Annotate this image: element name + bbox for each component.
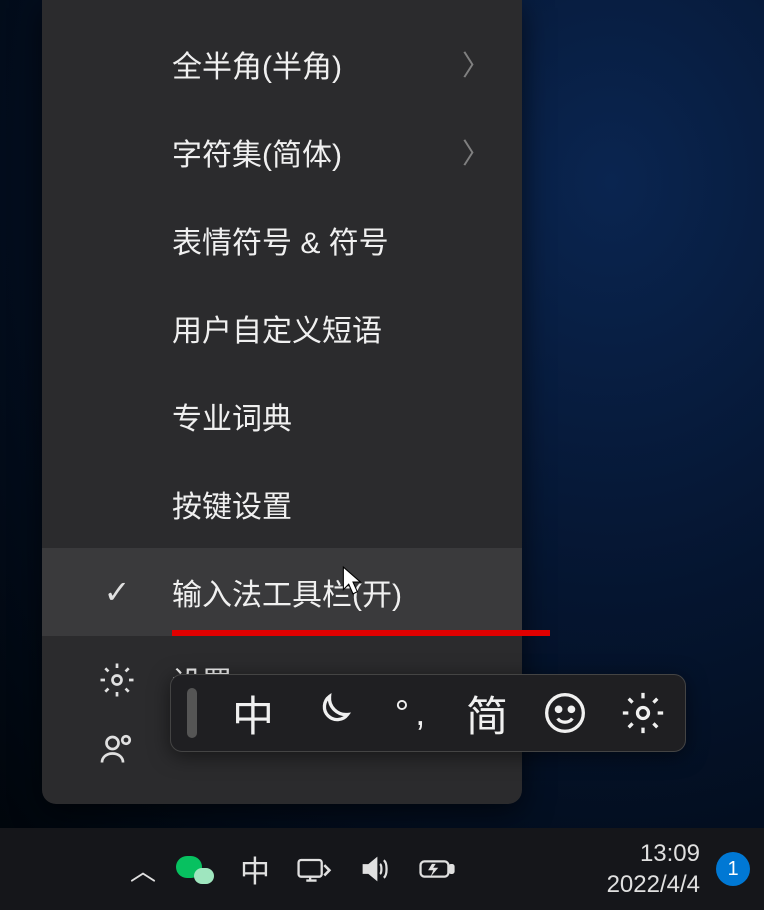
ime-toolbar[interactable]: 中 ° , 简 [170, 674, 686, 752]
menu-item-pro-dictionary[interactable]: 专业词典 [42, 372, 522, 460]
gear-icon[interactable] [617, 687, 669, 739]
menu-item-key-settings[interactable]: 按键设置 [42, 460, 522, 548]
menu-label: 表情符号 & 符号 [172, 218, 498, 262]
drag-handle[interactable] [187, 688, 197, 738]
menu-item-charset[interactable]: 字符集(简体) 〉 [42, 108, 522, 196]
network-icon[interactable] [296, 854, 332, 884]
tray-chevron-up-icon[interactable]: ︿ [130, 851, 156, 888]
menu-item-ime-toolbar[interactable]: ✓ 输入法工具栏(开) [42, 548, 522, 636]
feedback-icon [99, 731, 135, 767]
emoji-icon[interactable] [539, 687, 591, 739]
date: 2022/4/4 [607, 869, 700, 900]
menu-item-emoji-symbols[interactable]: 表情符号 & 符号 [42, 196, 522, 284]
battery-icon[interactable] [418, 856, 456, 882]
time: 13:09 [607, 838, 700, 869]
charset-button[interactable]: 简 [461, 687, 513, 739]
punctuation-button[interactable]: ° , [383, 687, 435, 739]
ime-indicator[interactable]: 中 [240, 847, 270, 891]
ime-mode-button[interactable]: 中 [227, 687, 279, 739]
check-icon: ✓ [104, 573, 131, 611]
menu-item-user-phrases[interactable]: 用户自定义短语 [42, 284, 522, 372]
chevron-right-icon: 〉 [462, 132, 498, 172]
volume-icon[interactable] [358, 854, 392, 884]
menu-label: 用户自定义短语 [172, 306, 498, 350]
menu-label: 按键设置 [172, 482, 498, 526]
clock[interactable]: 13:09 2022/4/4 [607, 838, 700, 900]
gear-icon [99, 662, 135, 698]
taskbar: ︿ 中 13:09 2022/4/4 1 [0, 828, 764, 910]
wechat-icon[interactable] [176, 854, 214, 884]
chevron-right-icon: 〉 [462, 44, 498, 84]
menu-label: 全半角(半角) [172, 42, 462, 86]
moon-icon[interactable] [305, 687, 357, 739]
menu-label: 专业词典 [172, 394, 498, 438]
notification-badge[interactable]: 1 [716, 852, 750, 886]
menu-label: 字符集(简体) [172, 130, 462, 174]
menu-item-full-half-width[interactable]: 全半角(半角) 〉 [42, 20, 522, 108]
menu-label: 输入法工具栏(开) [172, 570, 498, 614]
